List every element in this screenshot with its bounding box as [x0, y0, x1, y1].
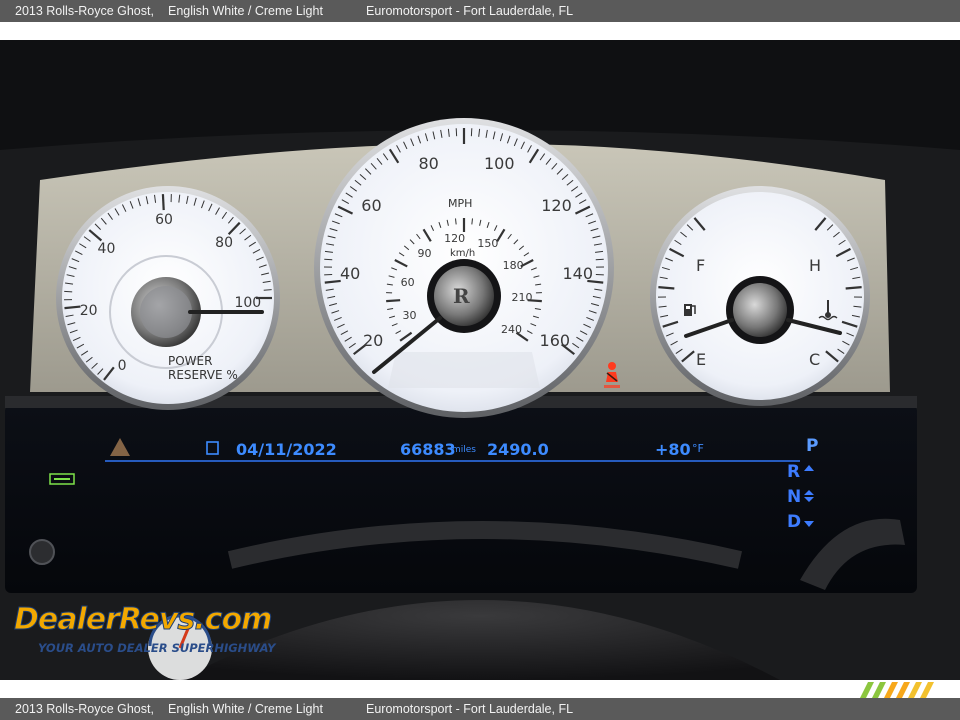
speedometer-kmh-numeral: 180: [502, 258, 524, 272]
speedometer-kmh-numeral: 60: [400, 275, 415, 289]
speedometer-mph-numeral: 40: [340, 263, 361, 283]
fuel-gauge-tick: [658, 286, 675, 290]
speedometer-kmh-numeral: 120: [444, 232, 466, 246]
watermark-tagline: YOUR AUTO DEALER SUPERHIGHWAY: [38, 641, 276, 655]
gear-n: N: [787, 487, 802, 507]
speedometer-kmh-numeral: 30: [402, 309, 417, 323]
speedometer-mph-tick: [595, 258, 604, 261]
power-reserve-label-line2: RESERVE %: [168, 368, 238, 382]
lcd-trip: 2490.0: [487, 440, 549, 459]
fuel-empty-label: E: [696, 350, 707, 369]
temp-cold-label: C: [809, 350, 821, 369]
speedometer-mph-tick: [324, 258, 333, 261]
rolls-royce-emblem: R: [453, 284, 470, 308]
speedometer-kmh-tick: [471, 218, 473, 225]
mph-unit-label: MPH: [448, 197, 473, 210]
power-reserve-numeral: 0: [117, 357, 127, 374]
speedometer-kmh-numeral: 90: [417, 246, 432, 260]
bottom-white-strip: [0, 680, 960, 698]
speedometer-kmh-numeral: 210: [511, 290, 533, 304]
power-reserve-label: POWER RESERVE %: [168, 354, 238, 382]
caption-dealer: Euromotorsport - Fort Lauderdale, FL: [366, 4, 574, 18]
top-caption-bar: 2013 Rolls-Royce Ghost, English White / …: [0, 0, 960, 22]
lcd-odometer: 66883: [400, 440, 456, 459]
speedometer-mph-numeral: 120: [541, 196, 572, 216]
power-reserve-tick: [161, 194, 165, 211]
speedometer-mph-numeral: 100: [483, 154, 515, 174]
caption-colors: English White / Creme Light: [168, 4, 323, 18]
lcd-odometer-unit: miles: [452, 445, 476, 455]
temp-hot-label: H: [809, 256, 822, 275]
speedometer-mph-numeral: 80: [418, 154, 439, 174]
power-reserve-tick: [263, 289, 272, 291]
speedometer-mph-numeral: 60: [361, 196, 382, 216]
gear-r: R: [787, 462, 801, 482]
power-reserve-tick: [64, 305, 81, 310]
footer-vehicle: 2013 Rolls-Royce Ghost,: [15, 702, 154, 716]
lcd-temperature: +80: [655, 440, 691, 459]
speedometer-mph-numeral: 140: [562, 263, 594, 283]
gear-p: P: [806, 436, 819, 456]
speedometer-kmh-numeral: 240: [501, 322, 522, 336]
lcd-temperature-unit: °F: [692, 442, 704, 455]
power-reserve-tick: [64, 290, 73, 293]
stripes-logo-icon: [860, 682, 934, 698]
watermark-brand: DealerRevs.com: [13, 602, 272, 638]
trip-reset-knob: [29, 539, 55, 565]
lcd-date: 04/11/2022: [236, 440, 337, 459]
speedometer-mph-numeral: 160: [539, 331, 571, 351]
fuel-full-label: F: [696, 256, 706, 275]
speedometer-kmh-tick: [455, 218, 457, 225]
lcd-display-panel: [5, 405, 917, 593]
power-reserve-numeral: 80: [215, 235, 233, 252]
power-reserve-numeral: 20: [79, 302, 98, 319]
caption-vehicle: 2013 Rolls-Royce Ghost,: [15, 4, 154, 18]
power-reserve-label-line1: POWER: [168, 354, 213, 368]
temp-gauge-tick: [845, 286, 862, 290]
speedometer-kmh-tick: [386, 299, 401, 303]
power-reserve-numeral: 100: [234, 294, 262, 311]
footer-colors: English White / Creme Light: [168, 702, 323, 716]
bottom-caption-bar: 2013 Rolls-Royce Ghost, English White / …: [0, 698, 960, 720]
gear-d: D: [787, 512, 802, 532]
footer-dealer: Euromotorsport - Fort Lauderdale, FL: [366, 702, 574, 716]
speedometer-kmh-numeral: 150: [477, 236, 499, 250]
top-white-strip: [0, 22, 960, 40]
power-reserve-numeral: 40: [97, 240, 116, 257]
speedometer-mph-numeral: 20: [362, 331, 384, 351]
power-reserve-numeral: 60: [155, 212, 173, 229]
kmh-unit-label: km/h: [450, 248, 476, 259]
fuel-temp-gauge: [650, 186, 870, 406]
